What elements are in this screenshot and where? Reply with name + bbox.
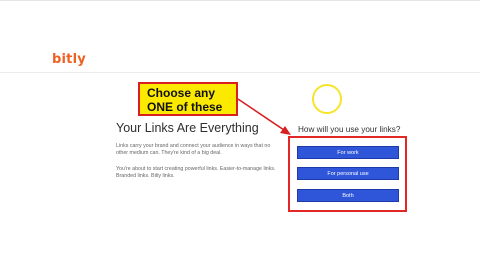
usage-options-highlight: For work For personal use Both <box>288 136 407 212</box>
cursor-highlight-circle <box>312 84 342 114</box>
for-work-button[interactable]: For work <box>297 146 399 159</box>
secondary-paragraph: You're about to start creating powerful … <box>116 166 276 179</box>
intro-paragraph: Links carry your brand and connect your … <box>116 143 271 156</box>
bitly-logo[interactable]: bitly <box>52 52 86 67</box>
top-divider <box>0 0 480 1</box>
annotation-callout: Choose any ONE of these <box>138 82 238 116</box>
page-headline: Your Links Are Everything <box>116 121 259 135</box>
usage-question-label: How will you use your links? <box>298 125 401 134</box>
both-button[interactable]: Both <box>297 189 399 202</box>
for-personal-use-button[interactable]: For personal use <box>297 167 399 180</box>
callout-line-1: Choose any <box>147 86 216 100</box>
callout-line-2: ONE of these <box>147 100 223 114</box>
